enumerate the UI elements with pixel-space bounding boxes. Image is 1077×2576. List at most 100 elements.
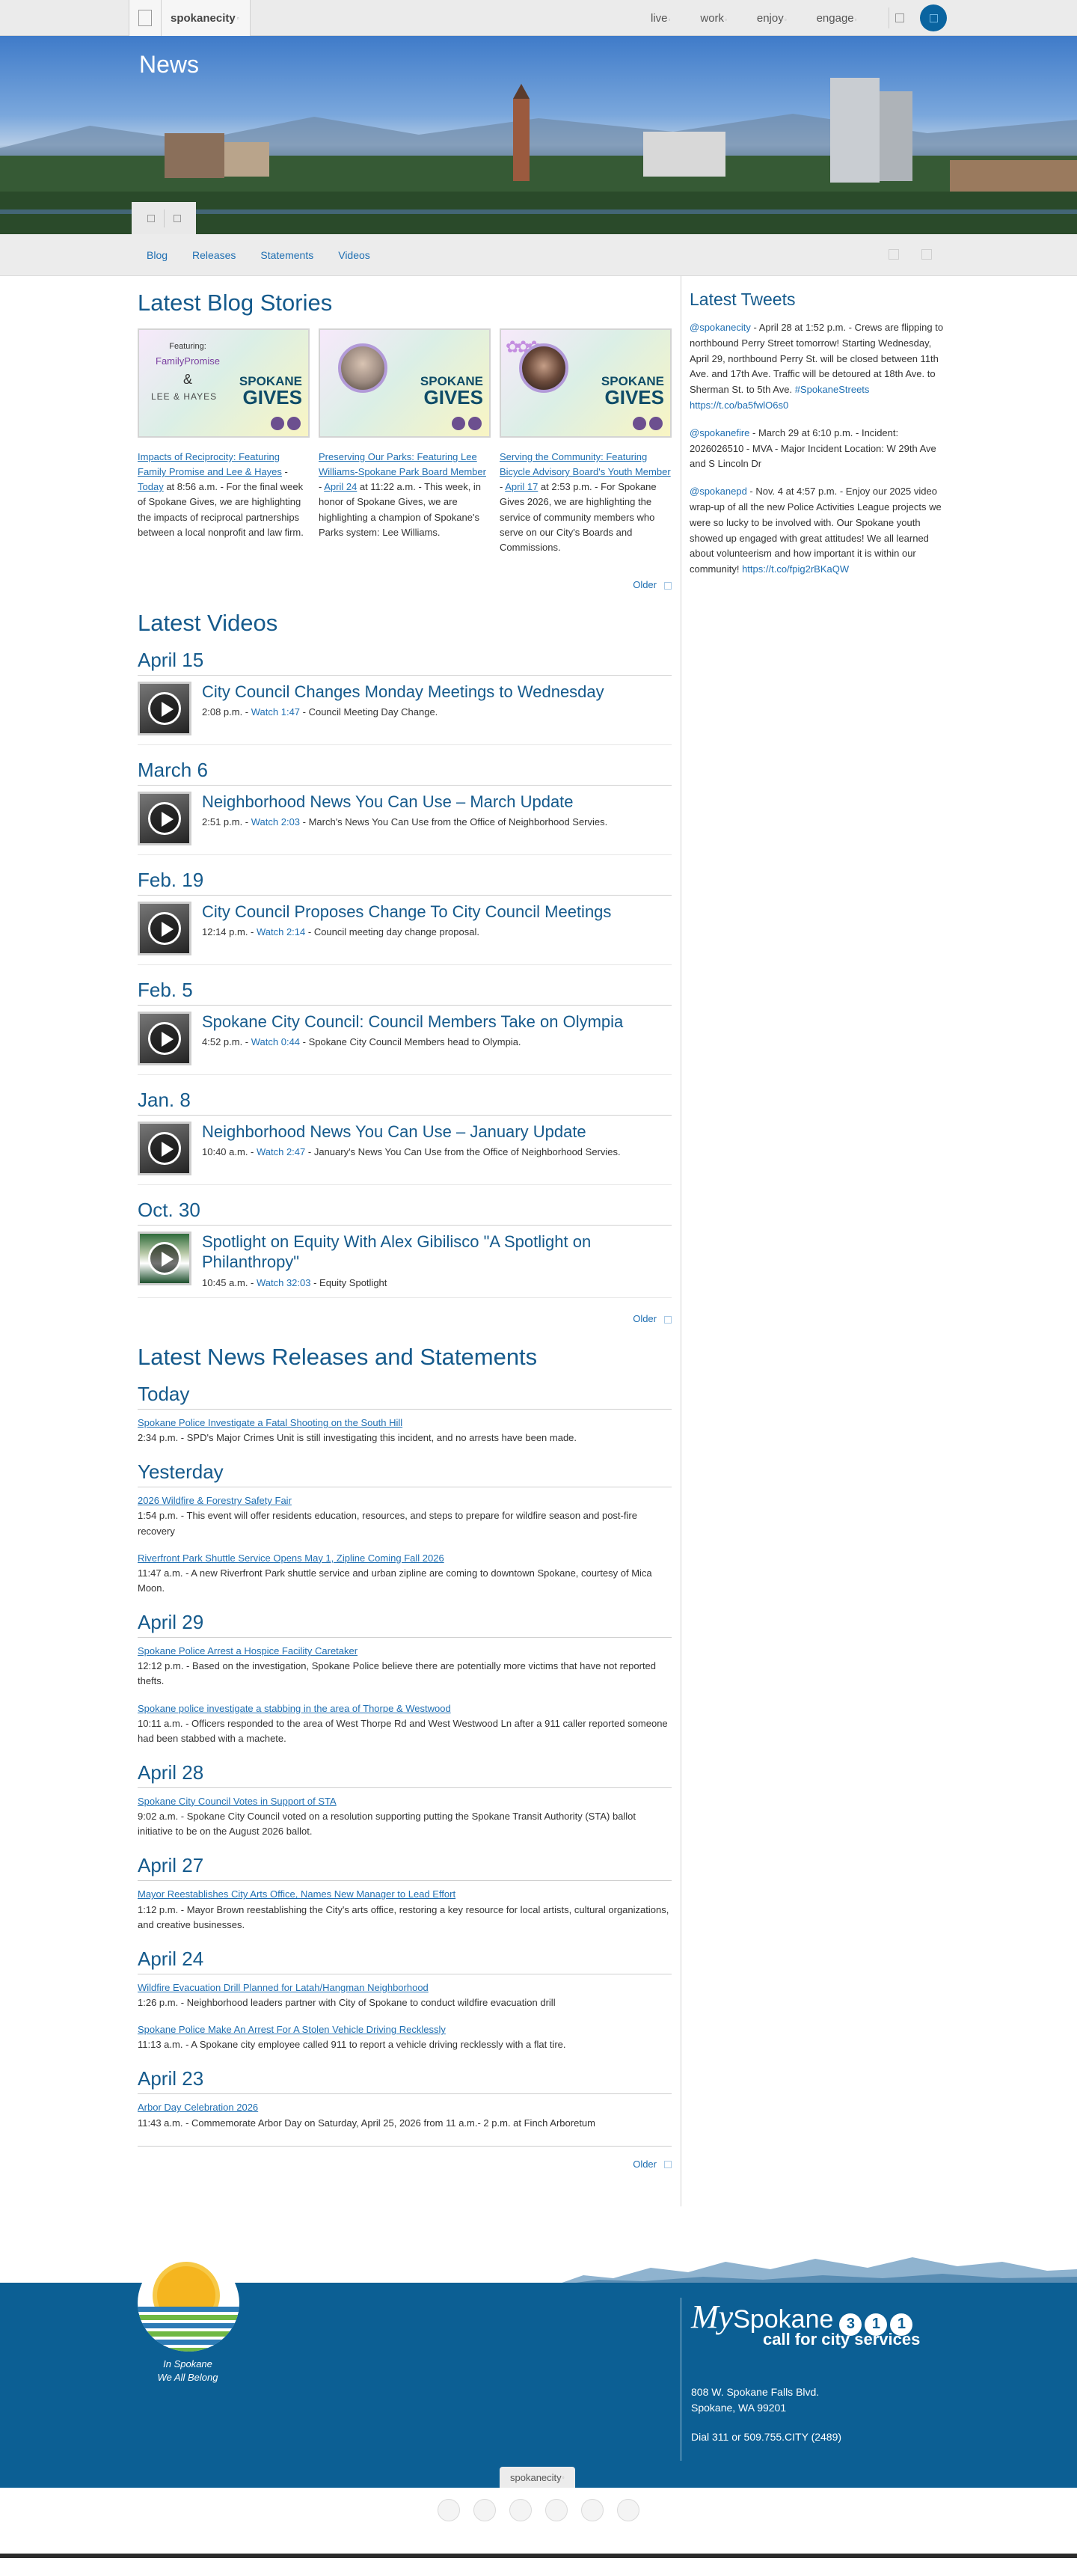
user-icon[interactable]: [920, 4, 947, 31]
email-icon[interactable]: [921, 249, 932, 260]
external-icon: ▫: [236, 14, 239, 22]
news-title-link[interactable]: Spokane Police Arrest a Hospice Facility…: [138, 1645, 358, 1656]
news-date: April 23: [138, 2067, 672, 2095]
blog-image[interactable]: SPOKANE GIVES: [319, 328, 491, 438]
news-title-link[interactable]: Spokane Police Investigate a Fatal Shoot…: [138, 1417, 402, 1428]
news-title-link[interactable]: Spokane police investigate a stabbing in…: [138, 1703, 451, 1714]
video-thumbnail[interactable]: [138, 681, 191, 735]
video-time: 2:51 p.m. -: [202, 816, 251, 828]
video-title[interactable]: City Council Changes Monday Meetings to …: [202, 682, 604, 703]
family-promise-logo: FamilyPromise: [156, 355, 220, 367]
blog-image[interactable]: Featuring: FamilyPromise & LEE & HAYES S…: [138, 328, 310, 438]
video-item: Spokane City Council: Council Members Ta…: [138, 1011, 672, 1075]
news-title-link[interactable]: Mayor Reestablishes City Arts Office, Na…: [138, 1888, 455, 1900]
blog-time: at 8:56 a.m. -: [163, 481, 227, 493]
video-thumbnail[interactable]: [138, 901, 191, 955]
nextdoor-icon[interactable]: [617, 2499, 639, 2521]
myspokane-logo[interactable]: MySpokane 3 1 1 call for city services: [691, 2298, 920, 2349]
news-title-link[interactable]: Arbor Day Celebration 2026: [138, 2102, 258, 2113]
older-label: Older: [633, 1312, 657, 1324]
tweet-handle-link[interactable]: @spokanecity: [690, 322, 751, 333]
tweet-handle-link[interactable]: @spokanefire: [690, 427, 749, 438]
badge-icon: [649, 417, 663, 430]
older-videos-link[interactable]: Older: [138, 1313, 672, 1324]
tweet-url-link[interactable]: https://t.co/ba5fwlO6s0: [690, 400, 788, 411]
search-icon[interactable]: [889, 7, 909, 28]
subnav-videos[interactable]: Videos: [338, 249, 370, 261]
phone-number: Dial 311 or 509.755.CITY (2489): [691, 2431, 842, 2443]
footer: In Spokane We All Belong MySpokane 3 1 1…: [0, 2238, 1077, 2576]
menu-live[interactable]: live▫: [651, 12, 670, 25]
video-title[interactable]: Neighborhood News You Can Use – March Up…: [202, 792, 607, 813]
video-thumbnail[interactable]: [138, 1231, 191, 1285]
video-title[interactable]: Spotlight on Equity With Alex Gibilisco …: [202, 1232, 672, 1273]
watch-link[interactable]: Watch 32:03: [257, 1277, 311, 1288]
print-icon[interactable]: [147, 214, 155, 222]
older-news-link[interactable]: Older: [138, 2159, 672, 2170]
ampersand: &: [182, 372, 192, 388]
youtube-icon[interactable]: [545, 2499, 568, 2521]
footer-tab[interactable]: spokanecity ▫: [500, 2467, 575, 2488]
news-title-link[interactable]: Spokane Police Make An Arrest For A Stol…: [138, 2024, 446, 2035]
blog-title-link[interactable]: Serving the Community: Featuring Bicycle…: [500, 451, 671, 477]
facebook-icon[interactable]: [438, 2499, 460, 2521]
video-title[interactable]: City Council Proposes Change To City Cou…: [202, 902, 611, 923]
menu-engage[interactable]: engage▫: [817, 12, 857, 25]
videos-heading: Latest Videos: [138, 609, 278, 636]
instagram-icon[interactable]: [509, 2499, 532, 2521]
top-nav: spokanecity ▫ live▫ work▫ enjoy▫ engage▫: [0, 0, 1077, 36]
bottom-bar: [0, 2554, 1077, 2558]
portrait-photo: [519, 343, 568, 393]
video-thumbnail[interactable]: [138, 1011, 191, 1065]
news-title-link[interactable]: Spokane City Council Votes in Support of…: [138, 1796, 337, 1807]
tweet-handle-link[interactable]: @spokanepd: [690, 486, 747, 497]
divider: [163, 209, 165, 227]
video-desc: - January's News You Can Use from the Of…: [305, 1146, 621, 1158]
video-thumbnail[interactable]: [138, 1121, 191, 1175]
video-desc: - March's News You Can Use from the Offi…: [300, 816, 608, 828]
subnav-releases[interactable]: Releases: [192, 249, 236, 261]
news-title-link[interactable]: Wildfire Evacuation Drill Planned for La…: [138, 1982, 429, 1993]
tweet-url-link[interactable]: https://t.co/fpig2rBKaQW: [742, 563, 849, 575]
twitter-icon[interactable]: [473, 2499, 496, 2521]
blog-date-link[interactable]: April 17: [505, 481, 538, 492]
menu-work[interactable]: work▫: [700, 12, 727, 25]
menu-enjoy[interactable]: enjoy▫: [757, 12, 787, 25]
watch-link[interactable]: Watch 2:03: [251, 816, 300, 827]
blog-grid: Featuring: FamilyPromise & LEE & HAYES S…: [138, 328, 672, 555]
social-links: [0, 2488, 1077, 2533]
older-blog-link[interactable]: Older: [138, 579, 672, 590]
spokane-gives-logo: GIVES: [423, 386, 483, 409]
watch-link[interactable]: Watch 2:47: [257, 1146, 305, 1157]
news-summary: 9:02 a.m. - Spokane City Council voted o…: [138, 1811, 636, 1838]
news-item: Spokane Police Arrest a Hospice Facility…: [138, 1644, 672, 1689]
news-summary: 2:34 p.m. - SPD's Major Crimes Unit is s…: [138, 1432, 577, 1444]
left-column: Latest Blog Stories Featuring: FamilyPro…: [138, 290, 672, 2170]
blog-title-link[interactable]: Impacts of Reciprocity: Featuring Family…: [138, 451, 282, 477]
linkedin-icon[interactable]: [581, 2499, 604, 2521]
subnav-statements[interactable]: Statements: [260, 249, 313, 261]
site-brand[interactable]: spokanecity ▫: [162, 0, 251, 36]
blog-title-link[interactable]: Preserving Our Parks: Featuring Lee Will…: [319, 451, 486, 477]
news-title-link[interactable]: 2026 Wildfire & Forestry Safety Fair: [138, 1495, 292, 1506]
news-title-link[interactable]: Riverfront Park Shuttle Service Opens Ma…: [138, 1552, 444, 1564]
subnav-blog[interactable]: Blog: [147, 249, 168, 261]
video-thumbnail[interactable]: [138, 791, 191, 845]
news-item: Wildfire Evacuation Drill Planned for La…: [138, 1980, 672, 2010]
video-time: 10:40 a.m. -: [202, 1146, 257, 1158]
share-icon[interactable]: [173, 214, 181, 222]
home-icon[interactable]: [129, 0, 162, 36]
news-group: Yesterday 2026 Wildfire & Forestry Safet…: [138, 1460, 672, 1596]
watch-link[interactable]: Watch 0:44: [251, 1036, 300, 1047]
blog-image[interactable]: ✿✿✿ SPOKANE GIVES: [500, 328, 672, 438]
video-title[interactable]: Spokane City Council: Council Members Ta…: [202, 1012, 623, 1032]
watch-link[interactable]: Watch 2:14: [257, 926, 305, 937]
blog-date-link[interactable]: Today: [138, 481, 164, 492]
watch-link[interactable]: Watch 1:47: [251, 706, 300, 718]
city-logo[interactable]: [138, 2254, 239, 2352]
rss-icon[interactable]: [889, 249, 899, 260]
blog-date-link[interactable]: April 24: [324, 481, 357, 492]
hashtag-link[interactable]: #SpokaneStreets: [795, 384, 870, 395]
logo-call-text: call for city services: [763, 2330, 921, 2349]
video-title[interactable]: Neighborhood News You Can Use – January …: [202, 1122, 621, 1142]
